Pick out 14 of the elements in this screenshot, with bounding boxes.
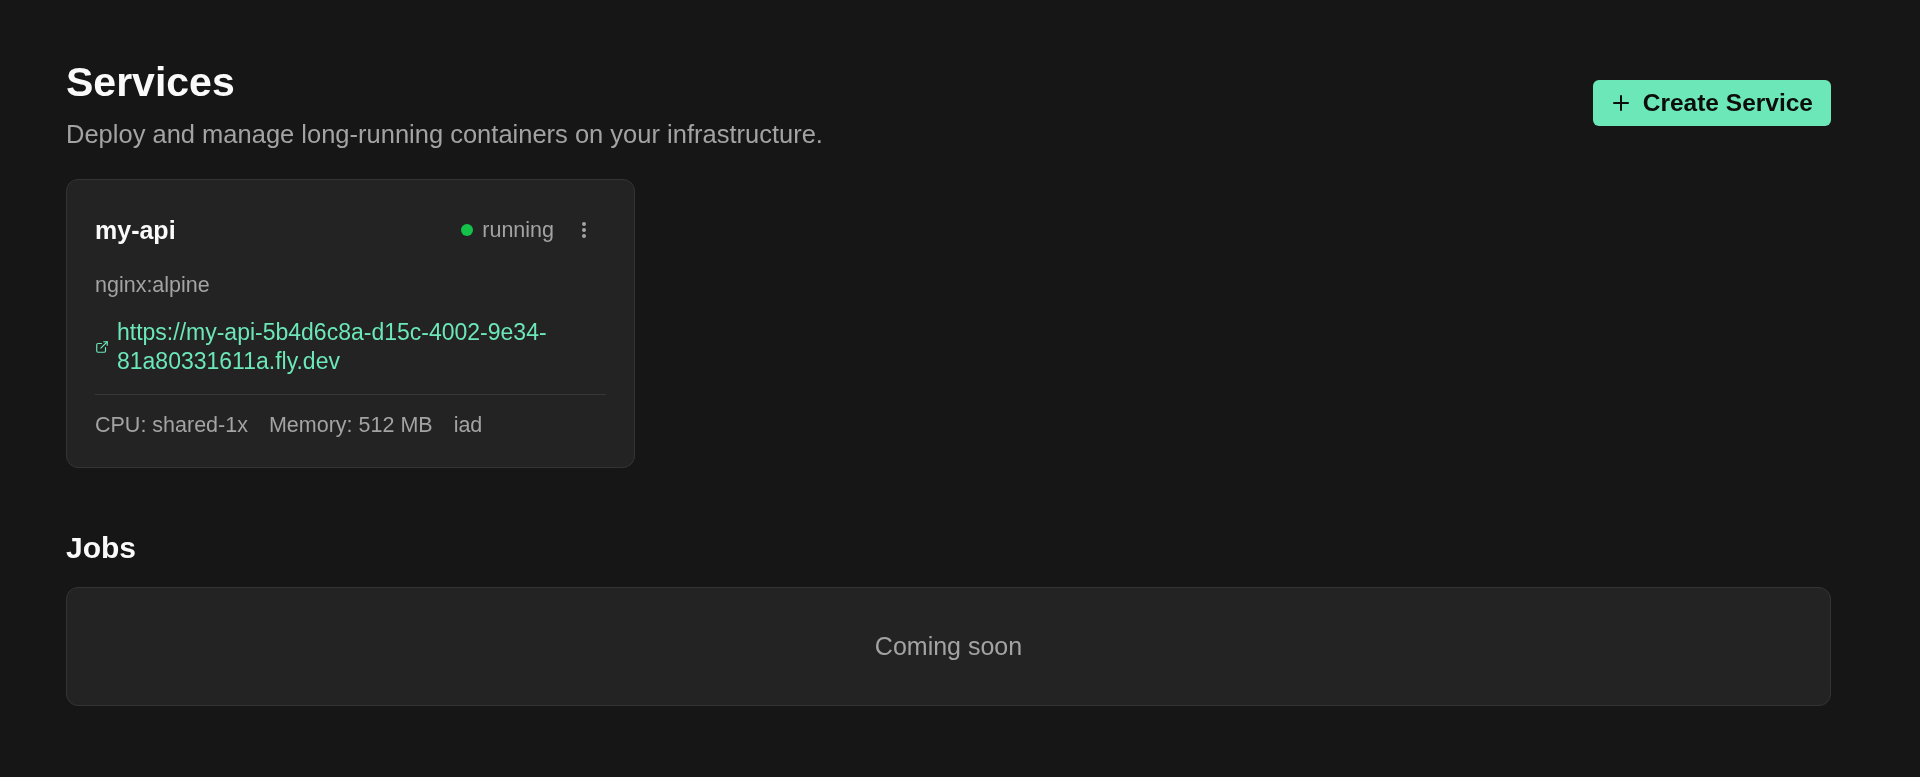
service-spec: CPU: shared-1x — [95, 412, 248, 439]
empty-message: Coming soon — [874, 632, 1023, 661]
service-image: nginx:alpine — [95, 272, 211, 299]
page-title: Services — [66, 58, 235, 106]
section-title: Jobs — [66, 531, 138, 565]
create-service-button[interactable]: Create Service — [1592, 80, 1831, 126]
external-link-icon — [95, 340, 109, 354]
more-icon — [582, 222, 586, 238]
page-subtitle: Deploy and manage long-running containers on your infrastructure. — [66, 119, 823, 149]
service-spec: Memory: 512 MB — [268, 412, 433, 439]
service-name: my-api — [95, 215, 176, 245]
service-url-link[interactable]: https://my-api-5b4d6c8a-d15c-4002-9e34-81a80331611a.fly.dev — [117, 318, 606, 376]
service-status: running — [482, 217, 554, 243]
service-spec: iad — [453, 412, 483, 439]
